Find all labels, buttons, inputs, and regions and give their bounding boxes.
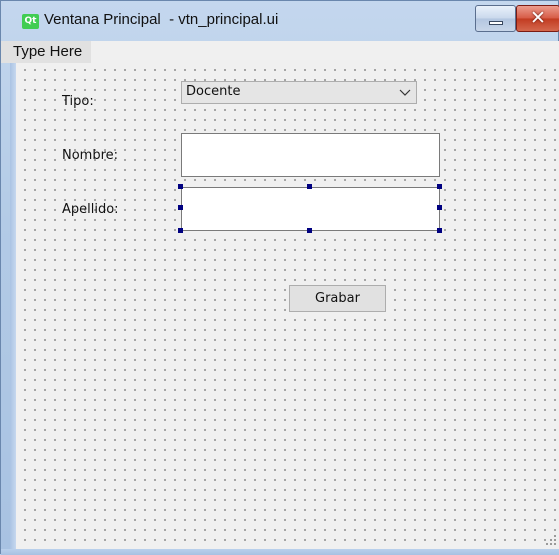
tipo-selected-value: Docente [186,84,241,99]
selection-handle-top-left[interactable] [178,184,183,189]
selection-handle-bottom-left[interactable] [178,228,183,233]
apellido-input[interactable] [181,187,440,231]
nombre-label: Nombre: [62,148,119,163]
menu-type-here[interactable]: Type Here [1,41,92,63]
selection-handle-top-right[interactable] [437,184,442,189]
nombre-input[interactable] [181,133,440,177]
menu-bar: Type Here [1,41,559,63]
resize-grip-icon[interactable] [545,534,557,546]
qt-logo-icon: Qt [22,14,39,29]
form-canvas[interactable] [16,41,559,549]
close-button[interactable]: ✕ [516,5,559,32]
close-icon: ✕ [530,7,546,29]
selection-handle-bottom-right[interactable] [437,228,442,233]
tipo-combobox[interactable]: Docente [181,81,417,104]
selection-handle-right[interactable] [437,205,442,210]
selection-handle-left[interactable] [178,205,183,210]
window-bottom-border [1,549,559,555]
grabar-button[interactable]: Grabar [289,285,386,312]
title-bar[interactable]: Qt Ventana Principal - vtn_principal.ui … [1,1,559,41]
apellido-label: Apellido: [62,202,119,217]
window-title: Ventana Principal - vtn_principal.ui [44,11,279,28]
chevron-down-icon [399,89,411,96]
selection-handle-top[interactable] [307,184,312,189]
minimize-icon [489,21,503,25]
designer-window: Qt Ventana Principal - vtn_principal.ui … [0,0,559,555]
selection-handle-bottom[interactable] [307,228,312,233]
minimize-button[interactable] [475,5,516,32]
tipo-label: Tipo: [62,94,94,109]
